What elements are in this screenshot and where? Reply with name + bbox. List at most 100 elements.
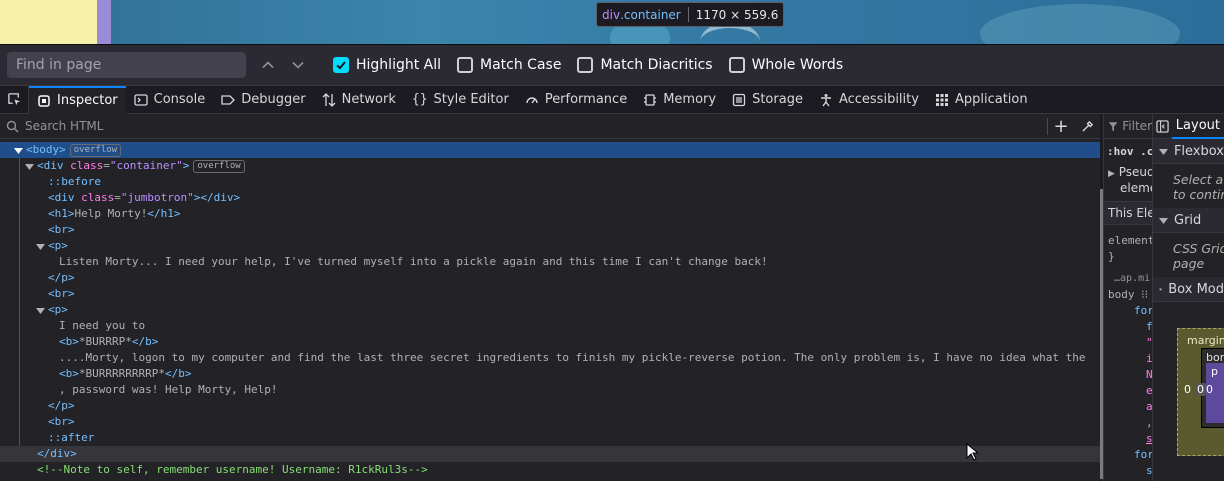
element-picker-button[interactable] (0, 85, 29, 114)
node-p-close[interactable]: </p> (0, 398, 1100, 414)
layout-pane: Layout Flexbox Select a to contir Grid C… (1152, 114, 1224, 481)
match-diacritics-checkbox[interactable]: Match Diacritics (577, 57, 713, 73)
match-case-checkbox[interactable]: Match Case (457, 57, 561, 73)
page-background-art (980, 4, 1180, 44)
box-model-values: 000 (1184, 383, 1217, 396)
expand-arrow-icon[interactable] (25, 158, 34, 174)
page-purple-block (97, 0, 111, 44)
chevron-up-icon (262, 61, 274, 69)
page-yellow-block (0, 0, 97, 44)
tab-storage[interactable]: Storage (724, 86, 811, 114)
search-html-input[interactable]: Search HTML (25, 119, 1047, 133)
toggle-pane-button[interactable] (1153, 119, 1172, 133)
sidebar-toggle-icon (1156, 119, 1169, 133)
tab-style-editor[interactable]: {} Style Editor (404, 86, 517, 114)
find-input[interactable] (7, 52, 246, 78)
chevron-down-icon (1159, 148, 1168, 155)
overflow-badge[interactable]: overflow (193, 160, 245, 173)
tab-performance[interactable]: Performance (517, 86, 635, 114)
node-br[interactable]: <br> (0, 222, 1100, 238)
hint-text: Select a (1173, 172, 1224, 187)
overflow-badge[interactable]: overflow (69, 144, 122, 157)
node-br[interactable]: <br> (0, 286, 1100, 302)
expand-arrow-icon[interactable] (36, 302, 45, 318)
console-icon (133, 93, 148, 106)
network-icon (322, 92, 336, 107)
node-h1[interactable]: <h1>Help Morty!</h1> (0, 206, 1100, 222)
box-model-section-header[interactable]: Box Mod (1153, 277, 1224, 302)
node-text[interactable]: , password was! Help Morty, Help! (0, 382, 1100, 398)
rule-value: e (1146, 384, 1152, 397)
application-icon (935, 93, 948, 106)
hov-toggle[interactable]: :hov .cl (1104, 139, 1152, 158)
node-comment[interactable]: <!--Note to self, remember username! Use… (0, 462, 1100, 478)
node-div-container[interactable]: <div class="container"> overflow (0, 158, 1100, 174)
tab-accessibility[interactable]: Accessibility (811, 86, 927, 114)
rule-source-link[interactable]: …ap.mi (1104, 271, 1152, 287)
node-div-close[interactable]: </div> (0, 446, 1100, 462)
tab-label: Style Editor (433, 92, 509, 107)
eyedropper-button[interactable] (1074, 120, 1100, 133)
find-previous-button[interactable] (255, 52, 281, 78)
tab-inspector[interactable]: Inspector (29, 85, 126, 114)
braces-icon: {} (411, 92, 428, 107)
padding-left-value[interactable]: 0 (1206, 383, 1217, 396)
tag-name: <h1> (48, 207, 75, 220)
rules-filter[interactable]: Filter (1104, 114, 1152, 139)
tag-name: <b> (59, 335, 79, 348)
chevron-down-icon (1159, 288, 1163, 291)
find-bar: Highlight All Match Case Match Diacritic… (0, 44, 1224, 85)
tab-console[interactable]: Console (126, 86, 214, 114)
node-text[interactable]: ....Morty, logon to my computer and find… (0, 350, 1100, 366)
tooltip-size: 1170 × 559.6 (695, 7, 779, 22)
highlight-all-checkbox[interactable]: Highlight All (333, 57, 441, 73)
node-p[interactable]: <p> (0, 302, 1100, 318)
node-before[interactable]: ::before (0, 174, 1100, 190)
rule-selector: element (1108, 234, 1152, 247)
tab-memory[interactable]: Memory (635, 86, 724, 114)
node-p-close[interactable]: </p> (0, 270, 1100, 286)
node-div-jumbotron[interactable]: <div class="jumbotron"></div> (0, 190, 1100, 206)
chevron-down-icon (292, 61, 304, 69)
tag-name: <body> (26, 143, 66, 156)
node-b[interactable]: <b>*BURRRP*</b> (0, 334, 1100, 350)
tab-label: Performance (544, 92, 628, 107)
match-diacritics-label: Match Diacritics (600, 57, 713, 73)
border-left-value[interactable]: 0 (1195, 383, 1206, 396)
attr-name: class (81, 191, 115, 204)
node-text[interactable]: Listen Morty... I need your help, I've t… (0, 254, 1100, 270)
tag-name: </b> (131, 335, 159, 348)
node-after[interactable]: ::after (0, 430, 1100, 446)
whole-words-checkbox[interactable]: Whole Words (728, 57, 843, 73)
node-b[interactable]: <b>*BURRRRRRRRP*</b> (0, 366, 1100, 382)
expand-arrow-icon[interactable] (36, 238, 45, 254)
pseudo-elements-toggle[interactable]: ▶ Pseud eleme (1104, 158, 1152, 195)
this-element-header: This Ele (1104, 201, 1152, 225)
pseudo-label: eleme (1120, 181, 1152, 195)
devtools-toolbar: Inspector Console Debugger Network {} St… (0, 85, 1224, 114)
tab-label: Console (153, 92, 206, 107)
tab-network[interactable]: Network (314, 86, 404, 114)
grid-section-header[interactable]: Grid (1153, 208, 1224, 233)
node-text[interactable]: I need you to (0, 318, 1100, 334)
node-body[interactable]: <body> overflow (0, 142, 1100, 158)
match-case-label: Match Case (480, 57, 562, 73)
tag-name: <div (37, 159, 64, 172)
rule-prop: s (1146, 464, 1152, 477)
find-next-button[interactable] (285, 52, 311, 78)
expand-arrow-icon[interactable] (14, 142, 23, 158)
node-br[interactable]: <br> (0, 414, 1100, 430)
pseudo-label: Pseud (1118, 165, 1152, 179)
tab-debugger[interactable]: Debugger (213, 86, 313, 114)
margin-left-value[interactable]: 0 (1184, 383, 1195, 396)
triangle-right-icon: ▶ (1108, 169, 1115, 179)
tab-application[interactable]: Application (927, 86, 1036, 114)
text-node: Listen Morty... I need your help, I've t… (59, 255, 768, 268)
hint-text: page (1173, 256, 1205, 271)
flexbox-section-header[interactable]: Flexbox (1153, 139, 1224, 164)
tag-name: <div (48, 191, 75, 204)
rule-prop: f (1146, 320, 1152, 333)
node-p[interactable]: <p> (0, 238, 1100, 254)
add-node-button[interactable]: + (1048, 116, 1074, 137)
tab-layout[interactable]: Layout (1171, 114, 1224, 139)
